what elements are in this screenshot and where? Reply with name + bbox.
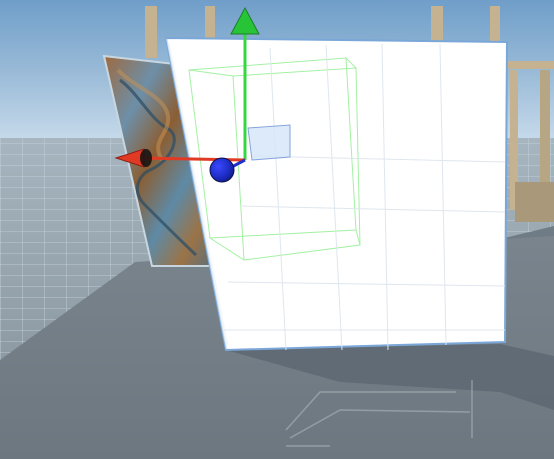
scene-svg[interactable] — [0, 0, 554, 459]
gizmo-z-plane[interactable] — [247, 124, 291, 161]
gizmo-x-handle[interactable] — [140, 149, 152, 167]
scene-viewport[interactable] — [0, 0, 554, 459]
white-cube[interactable] — [164, 36, 509, 352]
gizmo-z-handle[interactable] — [209, 157, 235, 183]
gizmo-x-axis[interactable] — [139, 156, 246, 162]
